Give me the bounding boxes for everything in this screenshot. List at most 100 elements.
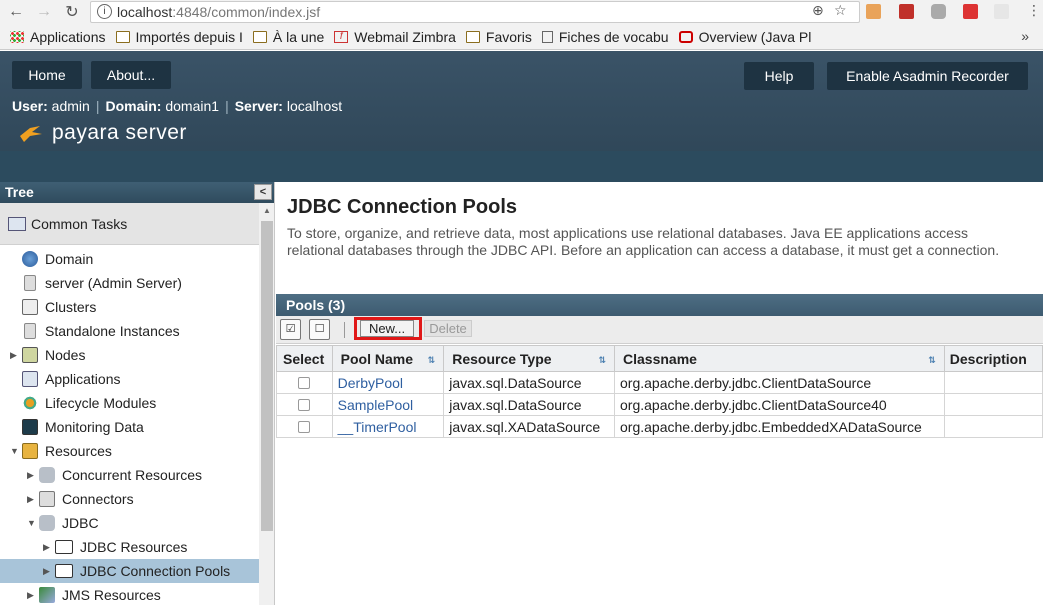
deselect-all-icon[interactable]: ☐ xyxy=(309,319,330,340)
expand-icon[interactable]: ▶ xyxy=(10,350,22,361)
classname-cell: org.apache.derby.jdbc.EmbeddedXADataSour… xyxy=(614,415,945,438)
tree-item-monitoring-data[interactable]: Monitoring Data xyxy=(10,415,144,439)
database-icon xyxy=(39,515,55,531)
select-all-icon[interactable]: ☑ xyxy=(280,319,301,340)
delete-button[interactable]: Delete xyxy=(424,320,472,337)
zoom-icon[interactable]: ⊕ xyxy=(812,2,824,19)
tree-scrollbar[interactable]: ▲ xyxy=(259,203,274,605)
zimbra-icon: f xyxy=(334,31,349,43)
column-description: Description xyxy=(943,345,1043,372)
collapse-tree-button[interactable]: < xyxy=(254,184,272,200)
applications-icon xyxy=(22,371,38,387)
pool-name-link[interactable]: __TimerPool xyxy=(338,419,417,435)
row-checkbox[interactable] xyxy=(298,420,311,433)
tree-item-clusters[interactable]: Clusters xyxy=(10,295,96,319)
app-header: Home About... Help Enable Asadmin Record… xyxy=(0,51,1043,182)
description-cell xyxy=(943,393,1043,416)
enable-recorder-button[interactable]: Enable Asadmin Recorder xyxy=(827,62,1028,90)
globe-icon xyxy=(22,251,38,267)
info-icon[interactable]: i xyxy=(97,4,112,19)
row-checkbox[interactable] xyxy=(298,376,311,389)
expand-icon[interactable]: ▶ xyxy=(43,566,55,577)
tree-item-domain[interactable]: Domain xyxy=(10,247,93,271)
shield-extension-icon[interactable] xyxy=(931,4,946,19)
forward-icon[interactable]: → xyxy=(34,2,54,22)
bookmark-extension-icon[interactable] xyxy=(899,4,914,19)
column-pool-name[interactable]: Pool Name ⇅ xyxy=(331,345,445,372)
resource-type-cell: javax.sql.DataSource xyxy=(443,371,616,394)
expand-icon[interactable]: ▶ xyxy=(27,494,39,505)
star-icon[interactable]: ☆ xyxy=(834,2,847,19)
menu-icon[interactable]: ⋮ xyxy=(1027,2,1041,19)
url-path: :4848/common/index.jsf xyxy=(172,4,321,20)
table-toolbar: ☑ ☐ New... Delete xyxy=(276,316,1043,344)
pool-name-link[interactable]: SamplePool xyxy=(338,397,414,413)
page-icon xyxy=(541,31,553,43)
bookmark-favoris[interactable]: Favoris xyxy=(465,29,532,45)
sort-icon[interactable]: ⇅ xyxy=(598,355,606,366)
browser-toolbar: ← → ↻ i localhost:4848/common/index.jsf … xyxy=(0,0,1043,25)
address-bar[interactable]: i localhost:4848/common/index.jsf xyxy=(90,1,860,23)
tree-common-tasks[interactable]: Common Tasks xyxy=(0,203,259,245)
tree-item-applications[interactable]: Applications xyxy=(10,367,121,391)
bookmark-fiches[interactable]: Fiches de vocabu xyxy=(541,29,669,45)
bookmark-a-la-une[interactable]: À la une xyxy=(252,29,324,45)
gmail-icon[interactable] xyxy=(963,4,978,19)
about-button[interactable]: About... xyxy=(91,61,171,89)
expand-icon[interactable]: ▶ xyxy=(27,590,39,601)
table-row: __TimerPool javax.sql.XADataSource org.a… xyxy=(276,415,1043,438)
expand-icon[interactable]: ▶ xyxy=(43,542,55,553)
reload-icon[interactable]: ↻ xyxy=(62,2,82,22)
bookmark-overview[interactable]: Overview (Java Pl xyxy=(678,29,811,45)
sort-icon[interactable]: ⇅ xyxy=(428,355,436,366)
tree-item-nodes[interactable]: ▶ Nodes xyxy=(10,343,85,367)
collapse-icon[interactable]: ▼ xyxy=(10,446,22,456)
sort-icon[interactable]: ⇅ xyxy=(928,355,936,366)
page-description: To store, organize, and retrieve data, m… xyxy=(287,225,1000,258)
extension-icon[interactable] xyxy=(866,4,881,19)
column-classname[interactable]: Classname ⇅ xyxy=(614,345,945,372)
resource-type-cell: javax.sql.XADataSource xyxy=(443,415,616,438)
tree-item-jms-resources[interactable]: ▶ JMS Resources xyxy=(27,583,161,605)
payara-logo: payara server xyxy=(18,121,187,145)
more-bookmarks-icon[interactable]: » xyxy=(1021,28,1029,44)
nodes-icon xyxy=(22,347,38,363)
row-checkbox[interactable] xyxy=(298,398,311,411)
tree-item-resources[interactable]: ▼ Resources xyxy=(10,439,112,463)
tree-item-standalone-instances[interactable]: Standalone Instances xyxy=(10,319,180,343)
database-icon xyxy=(39,467,55,483)
extension-placeholder-icon[interactable] xyxy=(994,4,1009,19)
table-row: DerbyPool javax.sql.DataSource org.apach… xyxy=(276,371,1043,394)
bookmark-applications[interactable]: Applications xyxy=(10,29,106,45)
server-icon xyxy=(24,275,36,291)
back-icon[interactable]: ← xyxy=(6,2,26,22)
new-button[interactable]: New... xyxy=(360,320,414,337)
help-button[interactable]: Help xyxy=(744,62,814,90)
bookmark-imported[interactable]: Importés depuis I xyxy=(115,29,243,45)
pools-table: Select Pool Name ⇅ Resource Type ⇅ Classna… xyxy=(276,345,1043,438)
bookmark-webmail[interactable]: f Webmail Zimbra xyxy=(334,29,456,45)
expand-icon[interactable]: ▶ xyxy=(27,470,39,481)
tree-item-jdbc-resources[interactable]: ▶ JDBC Resources xyxy=(43,535,187,559)
main-content: JDBC Connection Pools To store, organize… xyxy=(276,182,1043,605)
scrollbar-thumb[interactable] xyxy=(261,221,273,531)
home-button[interactable]: Home xyxy=(12,61,82,89)
tree-item-concurrent-resources[interactable]: ▶ Concurrent Resources xyxy=(27,463,202,487)
column-resource-type[interactable]: Resource Type ⇅ xyxy=(443,345,616,372)
tree-item-server[interactable]: server (Admin Server) xyxy=(10,271,182,295)
resources-icon xyxy=(22,443,38,459)
tree-item-lifecycle-modules[interactable]: Lifecycle Modules xyxy=(10,391,156,415)
collapse-icon[interactable]: ▼ xyxy=(27,518,39,528)
lifecycle-icon xyxy=(22,395,38,411)
tree-item-jdbc[interactable]: ▼ JDBC xyxy=(27,511,99,535)
window-icon xyxy=(8,216,26,231)
description-cell xyxy=(943,415,1043,438)
classname-cell: org.apache.derby.jdbc.ClientDataSource40 xyxy=(614,393,945,416)
tree-item-connectors[interactable]: ▶ Connectors xyxy=(27,487,134,511)
pool-name-link[interactable]: DerbyPool xyxy=(338,375,403,391)
tree-item-jdbc-connection-pools[interactable]: ▶ JDBC Connection Pools xyxy=(0,559,259,583)
tree-title: Tree < xyxy=(0,182,274,203)
table-title: Pools (3) xyxy=(276,294,1043,316)
scroll-up-icon[interactable]: ▲ xyxy=(259,203,274,219)
apps-grid-icon xyxy=(10,31,24,43)
